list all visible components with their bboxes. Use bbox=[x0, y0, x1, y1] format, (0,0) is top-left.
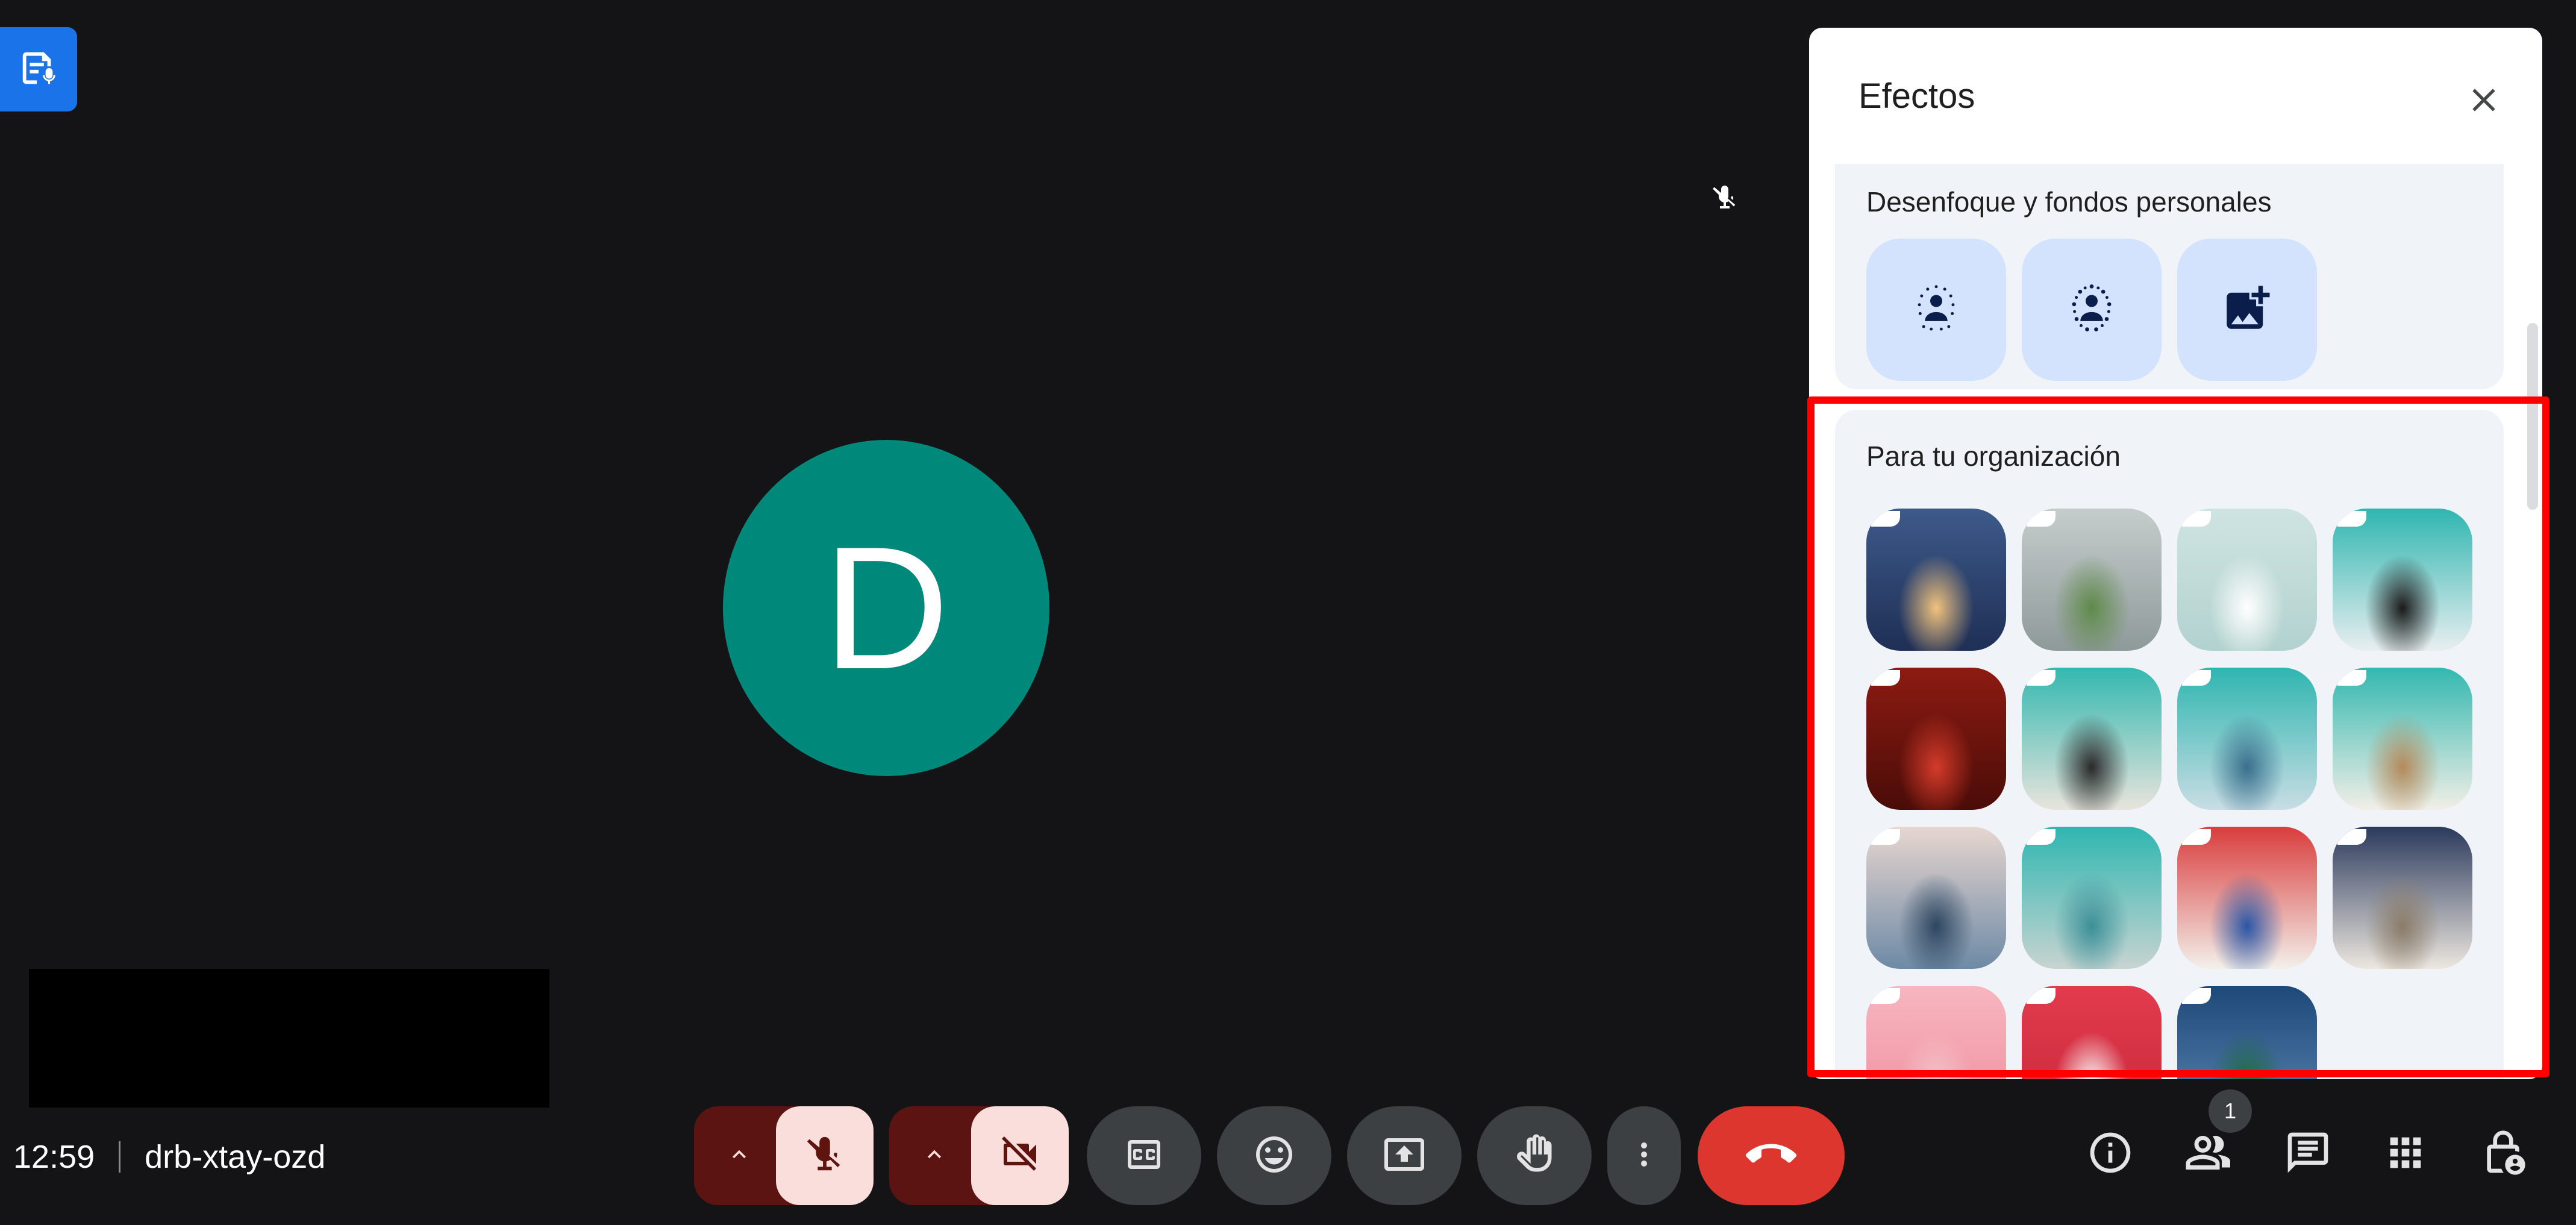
present-to-all-icon bbox=[1383, 1133, 1426, 1179]
host-controls-button[interactable] bbox=[2470, 1121, 2536, 1187]
meeting-details: 12:59 drb-xtay-ozd bbox=[13, 1133, 325, 1181]
raise-hand-button[interactable] bbox=[1477, 1106, 1592, 1205]
avatar-initial: D bbox=[823, 510, 949, 706]
camera-toggle-button[interactable] bbox=[971, 1106, 1069, 1205]
take-notes-button[interactable] bbox=[0, 27, 77, 111]
highlight-box bbox=[1807, 396, 2549, 1077]
participant-avatar: D bbox=[723, 440, 1049, 776]
participant-count-badge: 1 bbox=[2209, 1089, 2252, 1133]
lock-person-icon bbox=[2479, 1129, 2527, 1180]
microphone-toggle-button[interactable] bbox=[776, 1106, 874, 1205]
chevron-up-icon bbox=[726, 1141, 752, 1171]
person-blur-light-icon bbox=[1906, 278, 1966, 342]
people-icon bbox=[2184, 1127, 2234, 1181]
audio-options-button[interactable] bbox=[694, 1106, 784, 1205]
panel-title: Efectos bbox=[1859, 77, 1975, 116]
person-blur-icon bbox=[2062, 278, 2122, 342]
chat-button[interactable] bbox=[2275, 1121, 2341, 1187]
more-vert-icon bbox=[1626, 1133, 1662, 1179]
more-options-button[interactable] bbox=[1607, 1106, 1681, 1205]
blur-option[interactable] bbox=[2022, 239, 2162, 381]
hand-icon bbox=[1512, 1132, 1557, 1180]
slight-blur-option[interactable] bbox=[1866, 239, 2006, 381]
captions-button[interactable] bbox=[1087, 1106, 1201, 1205]
self-view-tile bbox=[29, 969, 549, 1108]
section-title: Desenfoque y fondos personales bbox=[1866, 186, 2272, 218]
chevron-up-icon bbox=[921, 1141, 948, 1171]
blur-backgrounds-section: Desenfoque y fondos personales bbox=[1835, 164, 2504, 389]
meeting-time: 12:59 bbox=[13, 1139, 95, 1175]
meeting-code[interactable]: drb-xtay-ozd bbox=[145, 1138, 325, 1176]
call-end-icon bbox=[1746, 1129, 1796, 1183]
present-screen-button[interactable] bbox=[1347, 1106, 1462, 1205]
divider bbox=[119, 1141, 121, 1173]
emoji-icon bbox=[1252, 1133, 1296, 1179]
apps-grid-icon bbox=[2383, 1130, 2428, 1179]
mic-off-icon bbox=[804, 1133, 846, 1179]
notes-icon bbox=[17, 46, 60, 93]
info-icon bbox=[2086, 1129, 2134, 1180]
activities-button[interactable] bbox=[2372, 1121, 2439, 1187]
video-options-button[interactable] bbox=[889, 1106, 980, 1205]
reactions-button[interactable] bbox=[1217, 1106, 1331, 1205]
leave-call-button[interactable] bbox=[1698, 1106, 1845, 1205]
close-panel-button[interactable] bbox=[2454, 71, 2514, 131]
chat-icon bbox=[2284, 1129, 2332, 1180]
meeting-details-button[interactable] bbox=[2077, 1121, 2143, 1187]
video-controls bbox=[889, 1106, 1069, 1205]
closed-captions-icon bbox=[1122, 1133, 1166, 1179]
audio-controls bbox=[694, 1106, 874, 1205]
add-image-icon bbox=[2220, 281, 2274, 339]
camera-off-icon bbox=[998, 1133, 1042, 1179]
upload-background-option[interactable] bbox=[2177, 239, 2317, 381]
participant-muted-icon bbox=[1705, 178, 1745, 218]
close-icon bbox=[2465, 81, 2503, 122]
